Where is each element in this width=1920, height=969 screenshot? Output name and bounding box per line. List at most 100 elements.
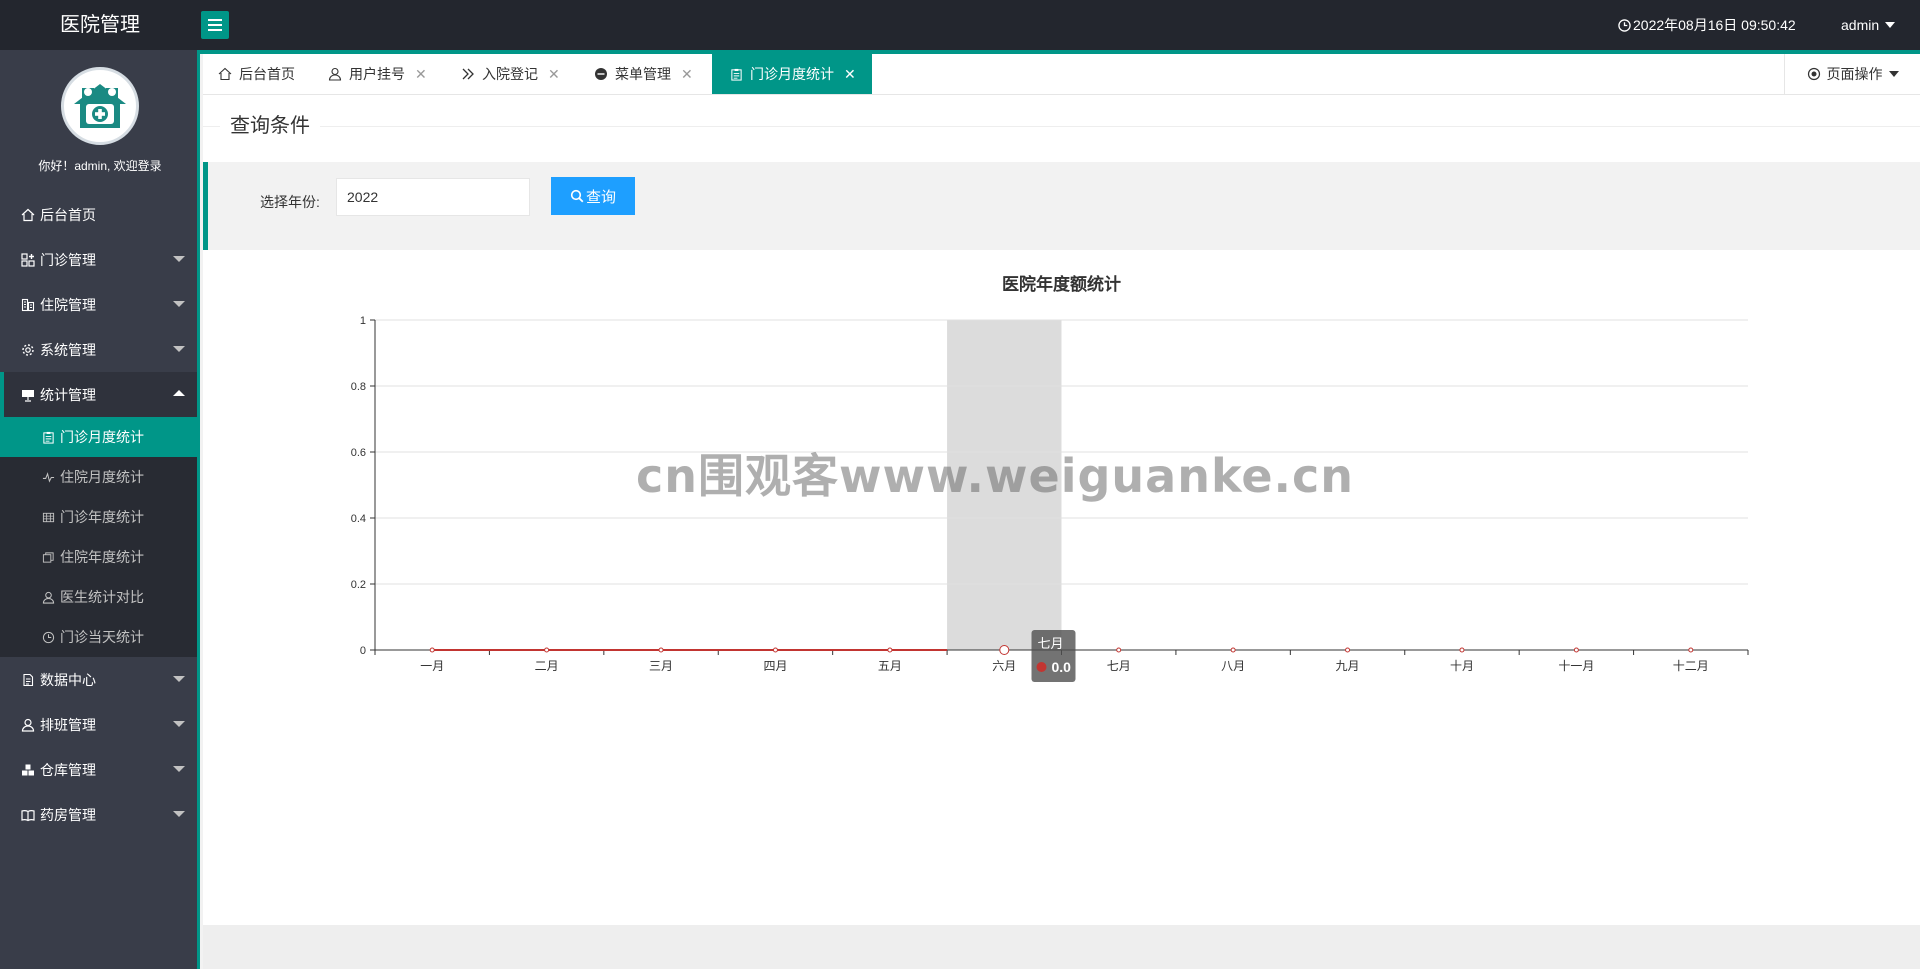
tooltip-marker (1036, 662, 1047, 672)
apps-icon (20, 252, 36, 268)
user-name: admin (1841, 17, 1880, 33)
chevron-down-icon (173, 766, 185, 772)
circle-icon (593, 66, 609, 82)
sidebar-subitem-label: 门诊年度统计 (60, 509, 144, 525)
sidebar-item-home[interactable]: 后台首页 (0, 192, 197, 237)
data-point (544, 647, 550, 653)
x-tick-label: 三月 (649, 659, 673, 673)
building-icon (20, 297, 36, 313)
user-menu[interactable]: admin (1841, 0, 1896, 50)
data-point (1573, 647, 1579, 653)
sidebar-item-system[interactable]: 系统管理 (0, 327, 197, 372)
x-tick-label: 七月 (1107, 659, 1131, 673)
user-icon (40, 589, 56, 605)
document-icon (20, 672, 36, 688)
tooltip-value: 0.0 (1052, 659, 1072, 675)
welcome-text: 你好！admin, 欢迎登录 (38, 159, 162, 173)
sidebar-subitem-label: 医生统计对比 (60, 589, 144, 605)
sidebar-item-statistics[interactable]: 统计管理 (0, 372, 197, 417)
sidebar-item-label: 数据中心 (40, 671, 96, 688)
hospital-logo-icon (74, 84, 126, 128)
chart-container: 医院年度额统计 0 0.2 0.4 0.6 0.8 1 一月 二月 三月 四月 五月 六月 七月 八月 九月十… (203, 255, 1920, 775)
chevron-down-icon (173, 301, 185, 307)
x-tick-label: 十一月 (1558, 659, 1594, 673)
footer-strip (203, 925, 1920, 969)
sidebar-item-schedule[interactable]: 排班管理 (0, 702, 197, 747)
x-tick-label: 九月 (1336, 659, 1360, 673)
top-header: 医院管理 2022年08月16日 09:50:42 admin (0, 0, 1920, 50)
chevron-down-icon (173, 721, 185, 727)
y-tick-label: 0.8 (351, 381, 366, 393)
chevron-up-icon (173, 390, 185, 396)
sidebar-subitem-outpatient-yearly[interactable]: 门诊年度统计 (0, 497, 197, 537)
data-point (1459, 647, 1465, 653)
close-icon[interactable]: ✕ (681, 66, 693, 83)
chevron-down-icon (173, 676, 185, 682)
sidebar-item-pharmacy[interactable]: 药房管理 (0, 792, 197, 837)
search-icon (570, 189, 584, 203)
avatar (61, 67, 139, 145)
x-tick-label: 二月 (535, 659, 559, 673)
chevron-down-icon (173, 811, 185, 817)
tab-outpatient-monthly[interactable]: 门诊月度统计 ✕ (712, 54, 872, 94)
sidebar-item-outpatient[interactable]: 门诊管理 (0, 237, 197, 282)
sidebar-item-label: 门诊管理 (40, 251, 96, 268)
chart-board-icon (20, 387, 36, 403)
tab-menu-management[interactable]: 菜单管理 ✕ (593, 54, 693, 94)
data-point (999, 645, 1010, 655)
watermark-text: cn围观客www.weiguanke.cn (636, 449, 1355, 503)
chart-title: 医院年度额统计 (1002, 274, 1121, 294)
sidebar-subitem-inpatient-yearly[interactable]: 住院年度统计 (0, 537, 197, 577)
x-tick-label: 十月 (1450, 659, 1474, 673)
sidebar-item-label: 系统管理 (40, 341, 96, 358)
sidebar-item-data-center[interactable]: 数据中心 (0, 657, 197, 702)
statistics-submenu: 门诊月度统计 住院月度统计 门诊年度统计 住院年度统计 医生统计对比 门诊当天统… (0, 417, 197, 657)
tab-label: 门诊月度统计 (750, 66, 834, 82)
user-icon (20, 717, 36, 733)
main-content: 查询条件 选择年份: 查询 医院年度额统计 0 0.2 0.4 0.6 0.8 1 一月 二月 三… (203, 95, 1920, 925)
clock-icon (40, 629, 56, 645)
close-icon[interactable]: ✕ (844, 66, 856, 83)
query-form: 选择年份: 查询 (203, 162, 1920, 250)
close-icon[interactable]: ✕ (548, 66, 560, 83)
close-icon[interactable]: ✕ (415, 66, 427, 83)
x-tick-label: 一月 (420, 659, 444, 673)
tab-user-registration[interactable]: 用户挂号 ✕ (327, 54, 427, 94)
radio-dot-icon (1807, 67, 1820, 81)
sidebar-subitem-outpatient-monthly[interactable]: 门诊月度统计 (0, 417, 197, 457)
search-button[interactable]: 查询 (551, 177, 635, 215)
tab-home[interactable]: 后台首页 (217, 54, 295, 94)
x-tick-label: 八月 (1221, 659, 1245, 673)
pages-icon (40, 549, 56, 565)
sidebar-item-inpatient[interactable]: 住院管理 (0, 282, 197, 327)
chevron-down-icon (1885, 22, 1896, 28)
sidebar-subitem-doctor-compare[interactable]: 医生统计对比 (0, 577, 197, 617)
table-icon (40, 509, 56, 525)
tab-label: 入院登记 (482, 66, 538, 82)
page-operations-label: 页面操作 (1826, 66, 1883, 82)
clock-icon (1618, 18, 1631, 32)
tab-label: 菜单管理 (615, 66, 671, 82)
sidebar-item-label: 住院管理 (40, 296, 96, 313)
app-title[interactable]: 医院管理 (0, 0, 200, 50)
sidebar-subitem-inpatient-monthly[interactable]: 住院月度统计 (0, 457, 197, 497)
page-operations-dropdown[interactable]: 页面操作 (1784, 54, 1920, 94)
tooltip-title: 七月 (1038, 636, 1064, 651)
search-button-label: 查询 (585, 188, 616, 206)
pulse-icon (40, 469, 56, 485)
data-point (429, 647, 435, 653)
tab-admission[interactable]: 入院登记 ✕ (460, 54, 560, 94)
home-icon (217, 66, 233, 82)
sidebar-subitem-outpatient-daily[interactable]: 门诊当天统计 (0, 617, 197, 657)
datetime-text: 2022年08月16日 09:50:42 (1633, 17, 1796, 33)
sidebar-item-warehouse[interactable]: 仓库管理 (0, 747, 197, 792)
double-chevron-icon (460, 66, 476, 82)
query-fieldset: 查询条件 (203, 115, 1920, 137)
menu-toggle-button[interactable] (201, 11, 229, 39)
year-label: 选择年份: (260, 194, 320, 210)
clipboard-icon (40, 429, 56, 445)
data-point (1230, 647, 1236, 653)
y-tick-label: 0.6 (351, 447, 366, 459)
x-tick-label: 五月 (878, 659, 902, 673)
year-input[interactable] (336, 178, 530, 216)
